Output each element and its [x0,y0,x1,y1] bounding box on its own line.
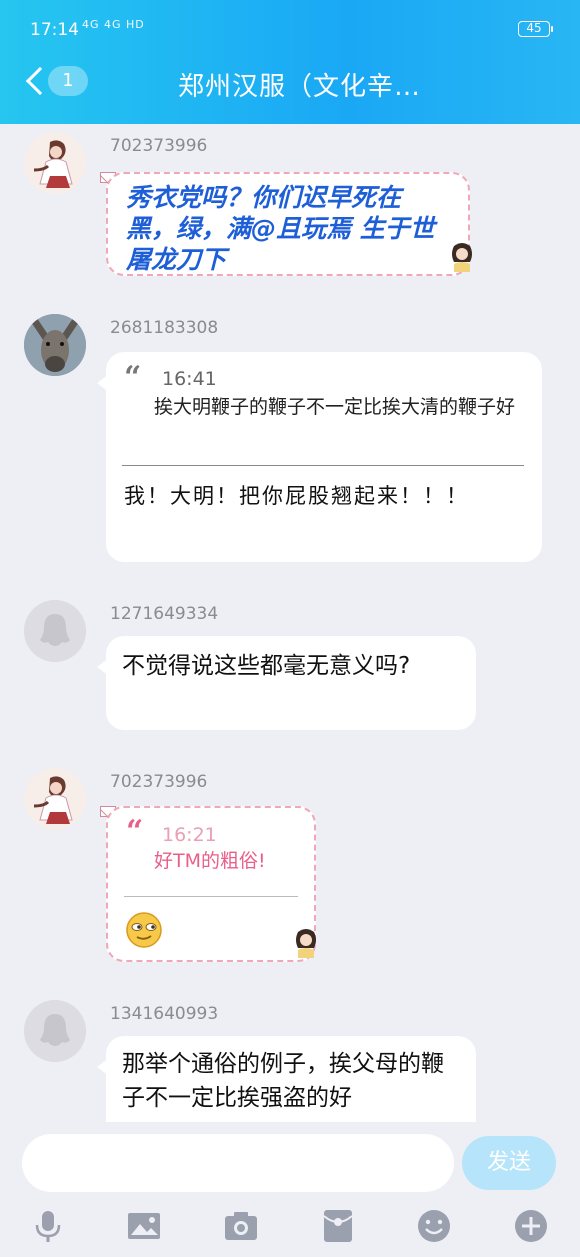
bubble-girl-icon [296,929,316,958]
chat-header: 17:14 4G 4G HD 45 1 郑州汉服（文化辛… [0,0,580,124]
microphone-icon[interactable] [30,1208,66,1244]
message-bubble[interactable]: 那举个通俗的例子，挨父母的鞭子不一定比挨强盗的好 [97,1036,476,1122]
quote-divider [124,896,298,897]
status-bar: 17:14 4G 4G HD 45 [30,18,553,42]
message-item: 1341640993 那举个通俗的例子，挨父母的鞭子不一定比挨强盗的好 [0,994,580,1122]
sender-id[interactable]: 2681183308 [110,318,218,338]
quote-icon: “ [126,814,144,849]
message-item: 2681183308 “ 16:41 挨大明鞭子的鞭子不一定比挨大清的鞭子好 我… [0,304,580,594]
send-button[interactable]: 发送 [462,1136,556,1190]
message-item: 702373996 “ 16:21 好TM的粗俗! [0,764,580,994]
sender-id[interactable]: 702373996 [110,772,207,792]
smirk-face-icon [126,912,162,948]
message-bubble[interactable]: 秀衣党吗？你们迟早死在黑，绿，满@且玩焉 生于世屠龙刀下 [106,172,470,276]
reply-text: 我！大明！把你屁股翘起来！！！ [124,484,469,508]
sender-id[interactable]: 1341640993 [110,1004,218,1024]
avatar[interactable] [24,768,86,830]
toolbar [0,1208,580,1248]
quoted-text: 好TM的粗俗! [154,850,266,872]
avatar[interactable] [24,132,86,194]
quote-time: 16:21 [162,824,217,846]
status-time: 17:14 [30,20,79,40]
red-packet-icon[interactable] [320,1208,356,1244]
quote-time: 16:41 [162,368,217,390]
unread-badge: 1 [48,66,88,96]
input-bar: 发送 [0,1122,580,1257]
message-text: 秀衣党吗？你们迟早死在黑，绿，满@且玩焉 生于世屠龙刀下 [126,183,435,274]
quote-reply-bubble[interactable]: “ 16:21 好TM的粗俗! [106,806,316,962]
back-button[interactable]: 1 [22,64,92,100]
message-input[interactable] [22,1134,454,1192]
avatar[interactable] [24,600,86,662]
battery-icon: 45 [518,21,553,37]
chat-title[interactable]: 郑州汉服（文化辛… [178,66,421,103]
quote-reply-bubble[interactable]: “ 16:41 挨大明鞭子的鞭子不一定比挨大清的鞭子好 我！大明！把你屁股翘起来… [97,352,542,562]
bubble-girl-icon [452,243,472,272]
sender-id[interactable]: 702373996 [110,136,207,156]
quote-divider [122,465,524,466]
emoji-icon[interactable] [416,1208,452,1244]
message-item: 702373996 秀衣党吗？你们迟早死在黑，绿，满@且玩焉 生于世屠龙刀下 [0,124,580,304]
quoted-text: 挨大明鞭子的鞭子不一定比挨大清的鞭子好 [154,396,516,418]
plus-icon[interactable] [513,1208,549,1244]
quote-icon: “ [124,360,142,395]
signal-icon: 4G 4G HD [82,18,145,31]
sender-id[interactable]: 1271649334 [110,604,218,624]
avatar[interactable] [24,314,86,376]
image-icon[interactable] [126,1208,162,1244]
camera-icon[interactable] [223,1208,259,1244]
avatar[interactable] [24,1000,86,1062]
message-bubble[interactable]: 不觉得说这些都毫无意义吗? [97,636,476,730]
message-item: 1271649334 不觉得说这些都毫无意义吗? [0,594,580,764]
message-text: 那举个通俗的例子，挨父母的鞭子不一定比挨强盗的好 [122,1051,444,1111]
message-text: 不觉得说这些都毫无意义吗? [122,653,411,679]
